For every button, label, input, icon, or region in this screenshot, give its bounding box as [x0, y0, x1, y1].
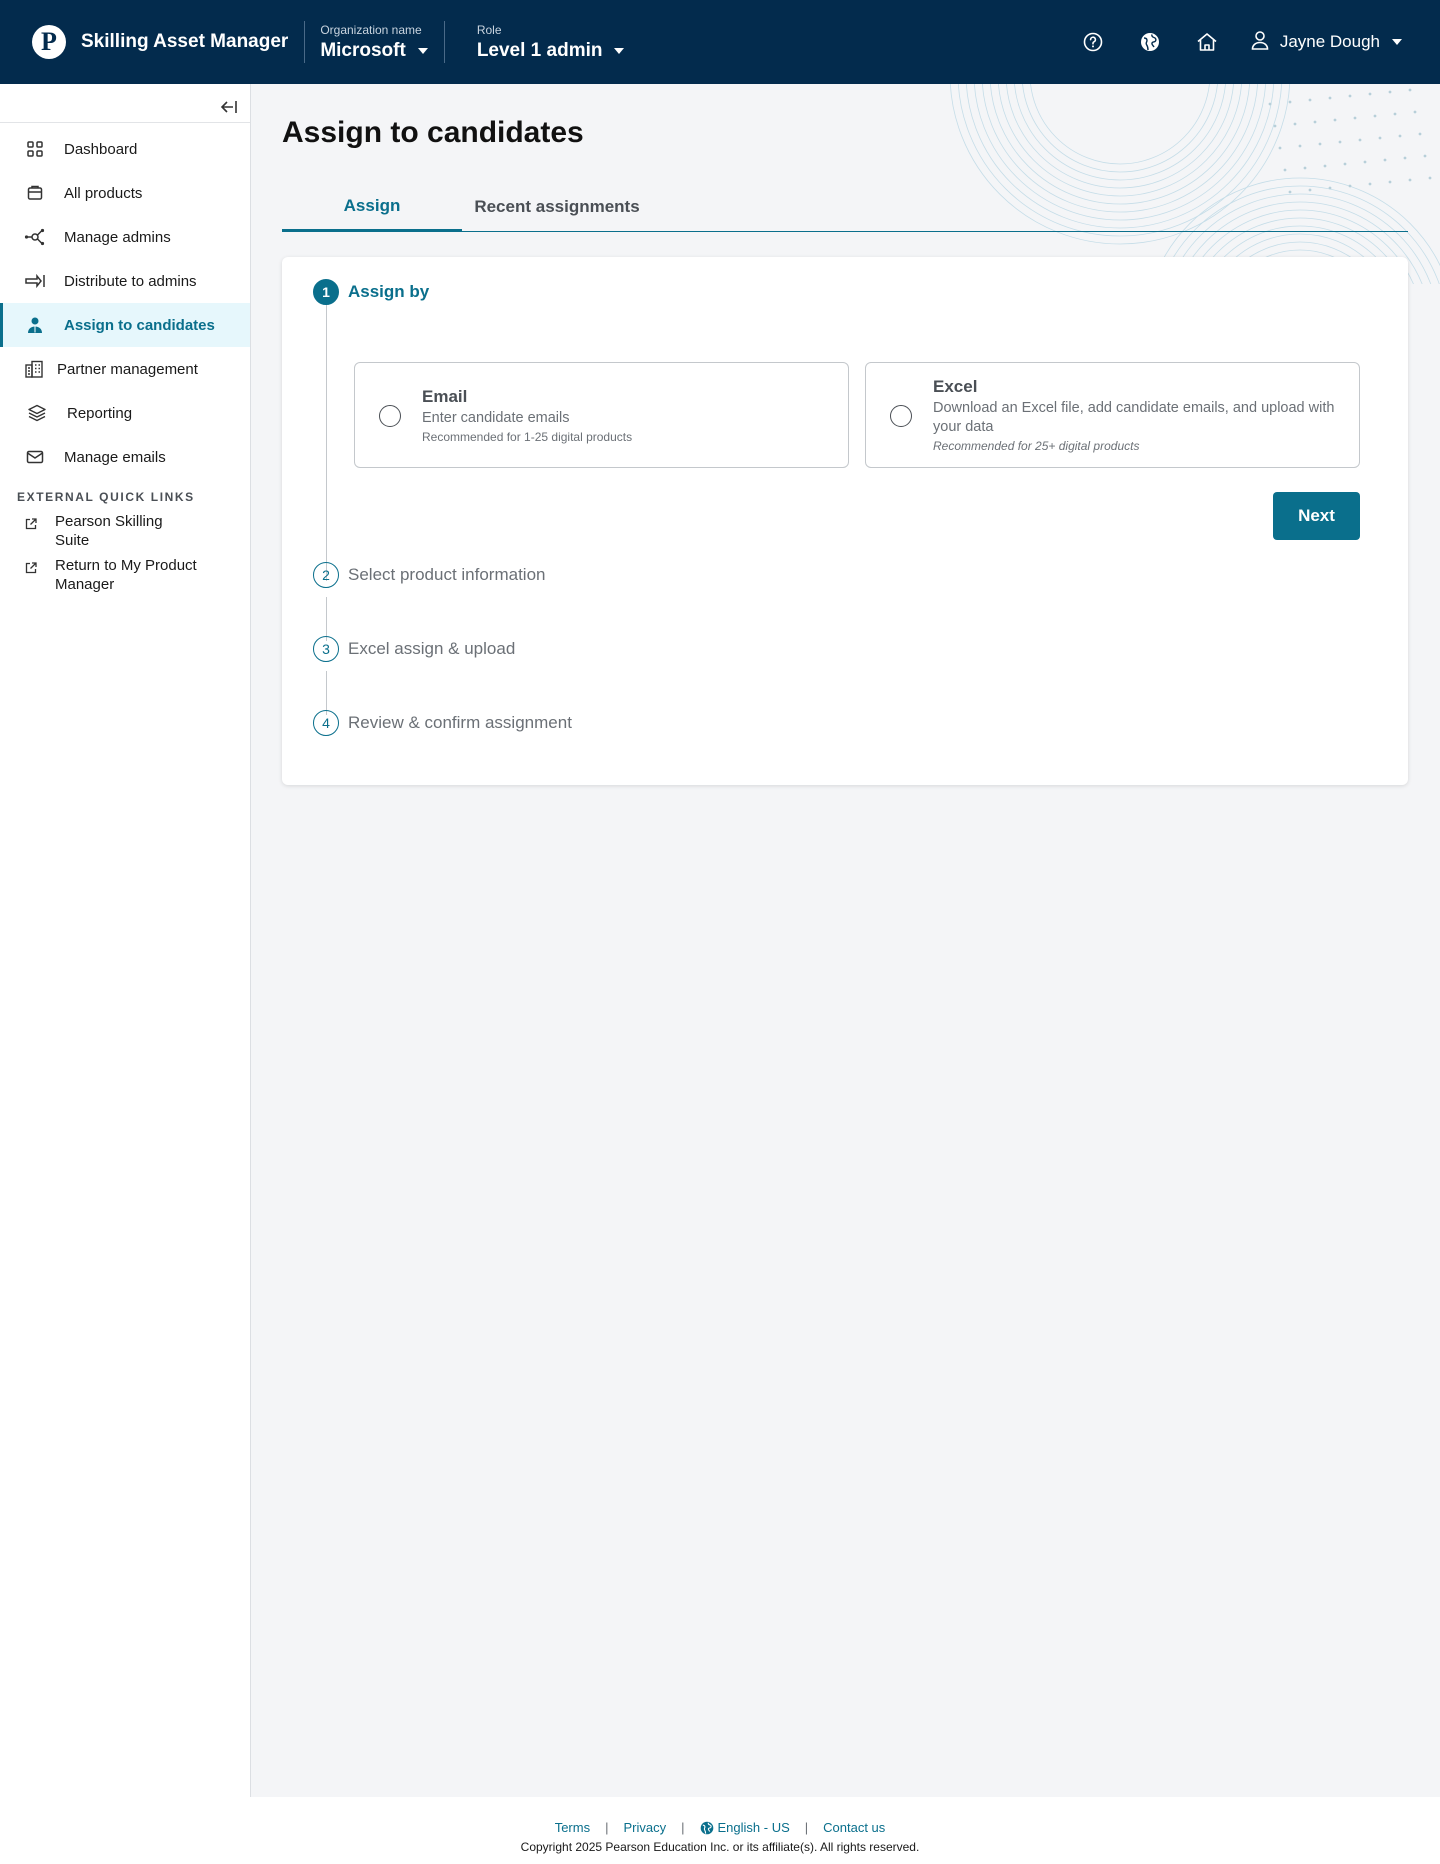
sidebar-item-partner-management[interactable]: Partner management [0, 347, 250, 391]
network-icon [24, 226, 46, 248]
role-label: Role [476, 22, 502, 37]
top-header: P Skilling Asset Manager Organization na… [0, 0, 1440, 84]
stepper-connector [326, 671, 327, 715]
step-label: Excel assign & upload [348, 639, 516, 658]
footer-separator: | [804, 1820, 809, 1835]
org-selector[interactable]: Organization name Microsoft [320, 23, 428, 62]
sidebar-divider [0, 122, 250, 123]
excel-option-card[interactable]: Excel Download an Excel file, add candid… [865, 362, 1360, 468]
step-number: 1 [313, 279, 339, 305]
tab-recent-assignments[interactable]: Recent assignments [462, 182, 652, 232]
user-menu[interactable]: Jayne Dough [1251, 30, 1402, 55]
external-link-pearson-skilling-suite[interactable]: Pearson Skilling Suite [24, 512, 224, 550]
step-number: 4 [313, 710, 339, 736]
step-label: Select product information [348, 565, 546, 584]
excel-radio[interactable] [890, 405, 912, 427]
role-selector[interactable]: Role Level 1 admin [477, 23, 625, 62]
assign-stepper-card: 1 Assign by Email Enter candidate emails… [282, 257, 1408, 785]
stepper-connector [326, 597, 327, 641]
sidebar-item-label: Reporting [67, 404, 133, 422]
option-title: Email [422, 387, 468, 406]
step-label: Review & confirm assignment [348, 713, 572, 732]
sidebar-item-label: Dashboard [64, 140, 138, 158]
chevron-down-icon [417, 47, 428, 54]
org-value: Microsoft [320, 39, 406, 61]
sidebar-item-manage-emails[interactable]: Manage emails [0, 435, 250, 479]
user-icon [1251, 30, 1269, 55]
footer-separator: | [605, 1820, 609, 1835]
sidebar-item-label: Manage emails [64, 448, 166, 466]
contact-us-link[interactable]: Contact us [823, 1820, 885, 1835]
language-selector[interactable]: English - US [700, 1820, 790, 1835]
sidebar-item-all-products[interactable]: All products [0, 171, 250, 215]
building-icon [23, 358, 45, 380]
option-recommendation: Recommended for 1-25 digital products [422, 430, 633, 444]
external-links-heading: EXTERNAL QUICK LINKS [17, 490, 195, 504]
footer-separator: | [681, 1820, 685, 1835]
terms-link[interactable]: Terms [555, 1820, 590, 1835]
external-link-icon [24, 517, 38, 531]
grid-icon [24, 138, 46, 160]
globe-icon [700, 1821, 714, 1835]
home-icon[interactable] [1194, 29, 1220, 55]
layers-icon [26, 402, 48, 424]
sidebar-nav: Dashboard All products Manage admins Dis… [0, 127, 250, 479]
email-radio[interactable] [379, 405, 401, 427]
user-name: Jayne Dough [1279, 32, 1380, 51]
sidebar: Dashboard All products Manage admins Dis… [0, 84, 251, 1797]
collapse-sidebar-icon[interactable] [218, 96, 240, 118]
org-label: Organization name [320, 22, 422, 37]
sidebar-item-distribute-to-admins[interactable]: Distribute to admins [0, 259, 250, 303]
sidebar-item-label: Manage admins [64, 228, 171, 246]
external-link-icon [24, 561, 38, 575]
option-recommendation: Recommended for 25+ digital products [933, 439, 1140, 453]
step-review-confirm-assignment[interactable]: 4 Review & confirm assignment [313, 710, 572, 736]
help-icon[interactable] [1080, 29, 1106, 55]
mail-icon [24, 446, 46, 468]
chevron-down-icon [614, 47, 625, 54]
header-divider [443, 21, 445, 63]
chevron-down-icon [1392, 39, 1402, 45]
option-description: Download an Excel file, add candidate em… [933, 400, 1335, 435]
sidebar-item-label: Assign to candidates [64, 316, 215, 334]
option-title: Excel [933, 377, 978, 396]
app-title: Skilling Asset Manager [81, 31, 289, 52]
step-number: 2 [313, 562, 339, 588]
option-description: Enter candidate emails [422, 410, 570, 426]
tab-assign[interactable]: Assign [282, 182, 462, 232]
page-title: Assign to candidates [282, 116, 584, 149]
step-number: 3 [313, 636, 339, 662]
box-icon [24, 182, 46, 204]
external-link-label: Return to My Product Manager [55, 557, 197, 593]
privacy-link[interactable]: Privacy [623, 1820, 666, 1835]
sidebar-item-reporting[interactable]: Reporting [0, 391, 250, 435]
arrow-right-bar-icon [24, 270, 46, 292]
role-value: Level 1 admin [476, 39, 603, 61]
sidebar-item-dashboard[interactable]: Dashboard [0, 127, 250, 171]
header-divider [304, 21, 306, 63]
next-button[interactable]: Next [1273, 492, 1360, 540]
step-label: Assign by [348, 282, 430, 301]
pearson-logo[interactable]: P [32, 25, 66, 59]
person-icon [24, 314, 46, 336]
external-link-return-to-my-product-manager[interactable]: Return to My Product Manager [24, 556, 224, 594]
language-label: English - US [717, 1820, 790, 1835]
step-excel-assign-upload[interactable]: 3 Excel assign & upload [313, 636, 515, 662]
step-select-product-information[interactable]: 2 Select product information [313, 562, 546, 588]
sidebar-item-label: Distribute to admins [64, 272, 197, 290]
globe-icon[interactable] [1137, 29, 1163, 55]
email-option-card[interactable]: Email Enter candidate emails Recommended… [354, 362, 849, 468]
external-link-label: Pearson Skilling Suite [55, 513, 163, 549]
sidebar-item-manage-admins[interactable]: Manage admins [0, 215, 250, 259]
step-assign-by[interactable]: 1 Assign by [313, 279, 429, 305]
sidebar-item-label: Partner management [57, 360, 198, 378]
copyright-text: Copyright 2025 Pearson Education Inc. or… [520, 1840, 920, 1854]
sidebar-item-label: All products [64, 184, 143, 202]
sidebar-item-assign-to-candidates[interactable]: Assign to candidates [0, 303, 250, 347]
footer: Terms | Privacy | English - US | Contact… [0, 1797, 1440, 1864]
tab-bar: Assign Recent assignments [282, 182, 1408, 232]
stepper-connector [326, 301, 327, 581]
